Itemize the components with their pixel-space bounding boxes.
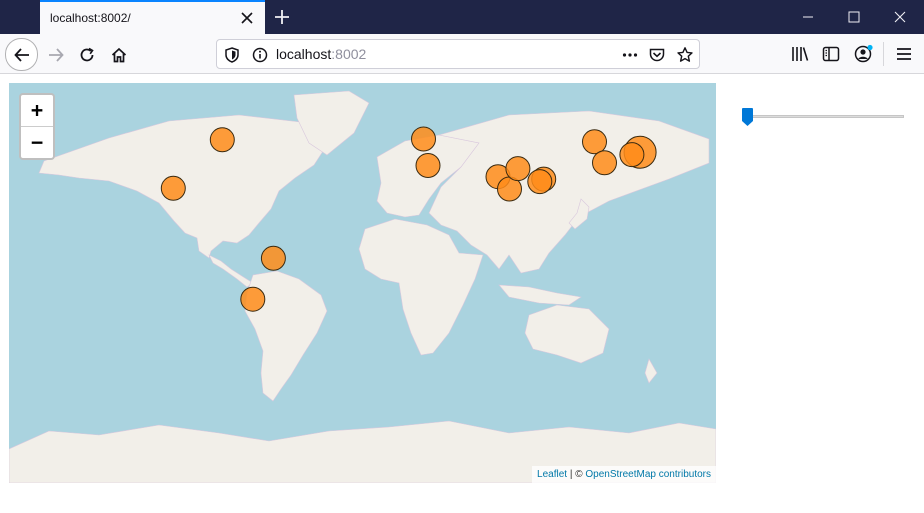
city-marker[interactable]	[527, 169, 553, 195]
leaflet-link[interactable]: Leaflet	[537, 469, 567, 480]
back-button[interactable]	[5, 38, 38, 71]
slider-thumb[interactable]	[742, 108, 753, 126]
page-actions-menu-icon[interactable]	[621, 46, 639, 64]
forward-button[interactable]	[39, 38, 71, 70]
city-marker[interactable]	[619, 142, 645, 168]
bookmark-star-icon[interactable]	[676, 46, 694, 64]
back-arrow-icon	[14, 48, 29, 62]
city-marker[interactable]	[260, 245, 286, 271]
site-info-icon[interactable]	[251, 46, 269, 64]
zoom-control: + −	[19, 93, 55, 160]
pocket-icon[interactable]	[648, 46, 666, 64]
maximize-window-icon[interactable]	[831, 0, 877, 34]
zoom-out-button[interactable]: −	[21, 127, 53, 158]
reload-button[interactable]	[70, 38, 102, 70]
tracking-protection-shield-icon[interactable]	[223, 46, 241, 64]
city-marker[interactable]	[209, 127, 235, 153]
city-marker[interactable]	[411, 126, 436, 152]
attribution-separator: | ©	[567, 469, 586, 480]
city-marker[interactable]	[505, 156, 531, 182]
url-port: :8002	[331, 46, 367, 62]
city-marker[interactable]	[592, 150, 617, 176]
menu-hamburger-icon[interactable]	[894, 44, 914, 64]
range-slider[interactable]	[742, 106, 904, 126]
new-tab-icon[interactable]	[270, 5, 294, 29]
library-icon[interactable]	[790, 44, 810, 64]
marker-layer	[160, 126, 657, 312]
url-bar[interactable]: localhost:8002	[216, 39, 700, 69]
reload-icon	[80, 47, 94, 62]
browser-toolbar: localhost:8002	[0, 34, 924, 74]
active-tab[interactable]: localhost:8002/	[40, 0, 265, 34]
url-host: localhost	[276, 46, 332, 62]
zoom-in-button[interactable]: +	[21, 95, 53, 127]
tab-title: localhost:8002/	[50, 11, 131, 25]
minimize-window-icon[interactable]	[785, 0, 831, 34]
city-marker[interactable]	[415, 153, 441, 178]
close-tab-icon[interactable]	[236, 7, 258, 29]
city-marker[interactable]	[160, 175, 186, 201]
slider-track[interactable]	[742, 115, 904, 118]
forward-arrow-icon	[49, 48, 64, 62]
browser-title-bar: localhost:8002/	[0, 0, 924, 34]
home-button[interactable]	[102, 38, 134, 70]
home-icon	[111, 47, 127, 63]
city-marker[interactable]	[240, 286, 266, 312]
close-window-icon[interactable]	[877, 0, 923, 34]
osm-link[interactable]: OpenStreetMap contributors	[585, 469, 711, 480]
map-attribution: Leaflet | © OpenStreetMap contributors	[532, 466, 716, 483]
leaflet-map[interactable]: + − Leaflet | © OpenStreetMap contributo…	[9, 83, 716, 483]
sidebar-toggle-icon[interactable]	[821, 44, 841, 64]
account-icon[interactable]	[853, 44, 873, 64]
url-text[interactable]: localhost:8002	[276, 46, 366, 62]
toolbar-divider	[883, 42, 884, 66]
city-marker[interactable]	[582, 129, 607, 155]
